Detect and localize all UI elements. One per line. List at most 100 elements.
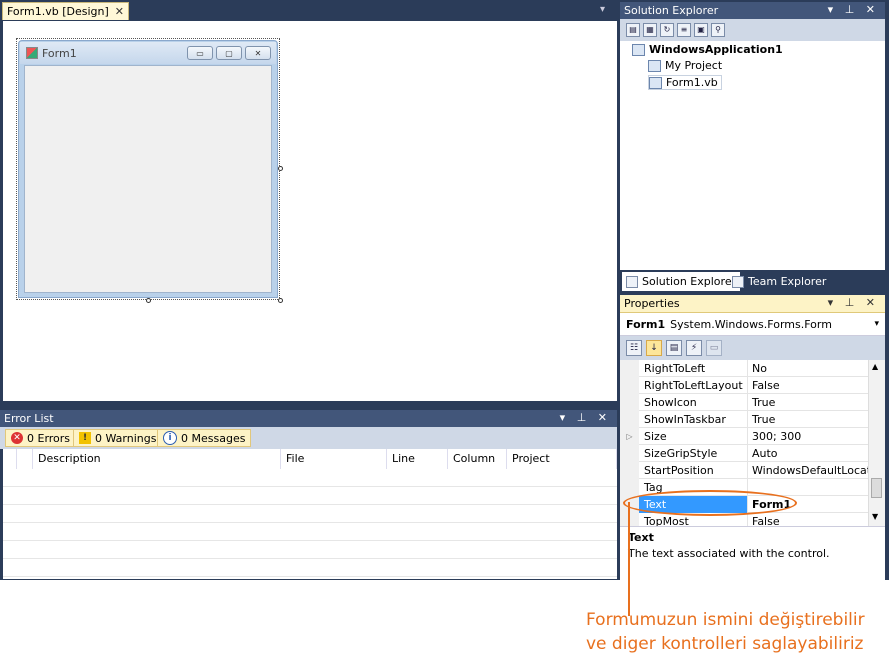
property-value[interactable]: No [752,362,767,375]
callout-line-1: Formumuzun ismini değiştirebilir [586,610,865,630]
property-value[interactable]: True [752,413,775,426]
property-value[interactable]: True [752,396,775,409]
description-text: The text associated with the control. [628,547,830,560]
panel-controls[interactable]: ▾ ⊥ ✕ [828,3,879,16]
table-row [3,523,617,541]
solution-explorer-icon [626,275,638,288]
show-all-files-icon[interactable]: ▦ [643,23,657,37]
form-icon [26,47,38,59]
resize-handle-corner[interactable] [278,298,283,303]
errors-filter-button[interactable]: ✕ 0 Errors [5,429,77,447]
tab-form1-design[interactable]: Form1.vb [Design] ✕ [2,2,129,20]
callout-line [628,502,630,616]
messages-label: 0 Messages [181,431,246,445]
property-row[interactable]: ShowInTaskbar True [620,411,868,428]
property-name: ShowIcon [644,396,697,409]
messages-filter-button[interactable]: i 0 Messages [157,429,252,447]
errors-label: 0 Errors [27,431,71,445]
property-grid-scrollbar[interactable]: ▲ ▼ [868,360,885,526]
error-list-grid[interactable]: Description File Line Column Project [3,449,617,579]
table-row [3,505,617,523]
properties-view-icon[interactable]: ▤ [666,340,682,356]
error-icon: ✕ [11,432,23,444]
property-value[interactable]: 300; 300 [752,430,801,443]
callout-ellipse [623,490,797,516]
close-icon[interactable]: ✕ [115,5,124,18]
table-row [3,487,617,505]
tree-node-my-project[interactable]: My Project [648,59,722,72]
properties-header[interactable]: Properties ▾ ⊥ ✕ [620,295,885,313]
error-list-toolbar: ✕ 0 Errors ! 0 Warnings i 0 Messages [0,427,617,449]
tab-team-explorer-label: Team Explorer [748,275,827,288]
view-designer-icon[interactable]: ▣ [694,23,708,37]
categorized-icon[interactable]: ☷ [626,340,642,356]
property-value[interactable]: Auto [752,447,778,460]
info-icon: i [163,431,177,445]
chevron-down-icon[interactable]: ▾ [874,319,879,329]
property-name: RightToLeft [644,362,706,375]
column-header-description[interactable]: Description [33,449,281,469]
project-icon [632,43,645,56]
tab-dropdown-icon[interactable]: ▾ [600,4,605,15]
maximize-button[interactable]: ▢ [216,46,242,60]
alphabetical-icon[interactable]: ↓ [646,340,662,356]
property-name: ShowInTaskbar [644,413,726,426]
solution-explorer-header[interactable]: Solution Explorer ▾ ⊥ ✕ [620,2,885,19]
tab-solution-explorer-label: Solution Explorer [642,275,737,288]
property-value[interactable]: False [752,515,780,526]
expand-icon[interactable]: ▷ [620,428,639,445]
property-value[interactable]: False [752,379,780,392]
team-explorer-icon [732,275,744,288]
my-project-label: My Project [665,59,723,72]
events-icon[interactable]: ⚡ [686,340,702,356]
callout-line-2: ve diger kontrolleri saglayabiliriz [586,634,864,654]
form-client-area[interactable] [24,65,272,293]
panel-controls[interactable]: ▾ ⊥ ✕ [828,296,879,309]
column-header-order[interactable] [17,449,33,469]
property-row[interactable]: StartPosition WindowsDefaultLocation [620,462,868,479]
error-list-header[interactable]: Error List ▾ ⊥ ✕ [0,410,617,427]
scroll-down-icon[interactable]: ▼ [872,512,878,521]
resize-handle-bottom[interactable] [146,298,151,303]
close-button[interactable]: ✕ [245,46,271,60]
panel-controls[interactable]: ▾ ⊥ ✕ [560,411,611,424]
property-pages-icon[interactable]: ▭ [706,340,722,356]
scroll-up-icon[interactable]: ▲ [872,362,878,371]
tree-node-form1[interactable]: Form1.vb [648,75,722,90]
form1-window[interactable]: Form1 ▭ ▢ ✕ [18,40,278,298]
view-code-icon[interactable]: ≡ [677,23,691,37]
object-selector[interactable]: Form1 System.Windows.Forms.Form ▾ [620,313,885,336]
property-row[interactable]: ShowIcon True [620,394,868,411]
property-name: StartPosition [644,464,714,477]
resize-handle-right[interactable] [278,166,283,171]
form1-file-label: Form1.vb [666,76,718,89]
tab-solution-explorer[interactable]: Solution Explorer [622,272,741,291]
object-name: Form1 [626,317,666,331]
column-header-file[interactable]: File [281,449,387,469]
property-row[interactable]: ▷ Size 300; 300 [620,428,868,445]
property-row[interactable]: RightToLeftLayout False [620,377,868,394]
property-name: RightToLeftLayout [644,379,743,392]
callout-text: Formumuzun ismini değiştirebilir ve dige… [586,608,865,656]
column-header-project[interactable]: Project [507,449,617,469]
my-project-icon [648,59,661,72]
tab-team-explorer[interactable]: Team Explorer [728,272,830,291]
table-row [3,559,617,577]
property-value[interactable]: WindowsDefaultLocation [752,464,868,477]
properties-icon[interactable]: ▤ [626,23,640,37]
minimize-button[interactable]: ▭ [187,46,213,60]
warning-icon: ! [79,432,91,444]
solution-tree[interactable]: WindowsApplication1 My Project Form1.vb [620,41,885,270]
table-row [3,541,617,559]
column-header-icon[interactable] [3,449,17,469]
object-type: System.Windows.Forms.Form [670,317,832,331]
property-row[interactable]: SizeGripStyle Auto [620,445,868,462]
tree-node-project[interactable]: WindowsApplication1 [632,43,783,56]
scrollbar-thumb[interactable] [871,478,882,498]
property-row[interactable]: RightToLeft No [620,360,868,377]
class-diagram-icon[interactable]: ⚲ [711,23,725,37]
column-header-line[interactable]: Line [387,449,448,469]
warnings-filter-button[interactable]: ! 0 Warnings [73,429,163,447]
refresh-icon[interactable]: ↻ [660,23,674,37]
column-header-column[interactable]: Column [448,449,507,469]
